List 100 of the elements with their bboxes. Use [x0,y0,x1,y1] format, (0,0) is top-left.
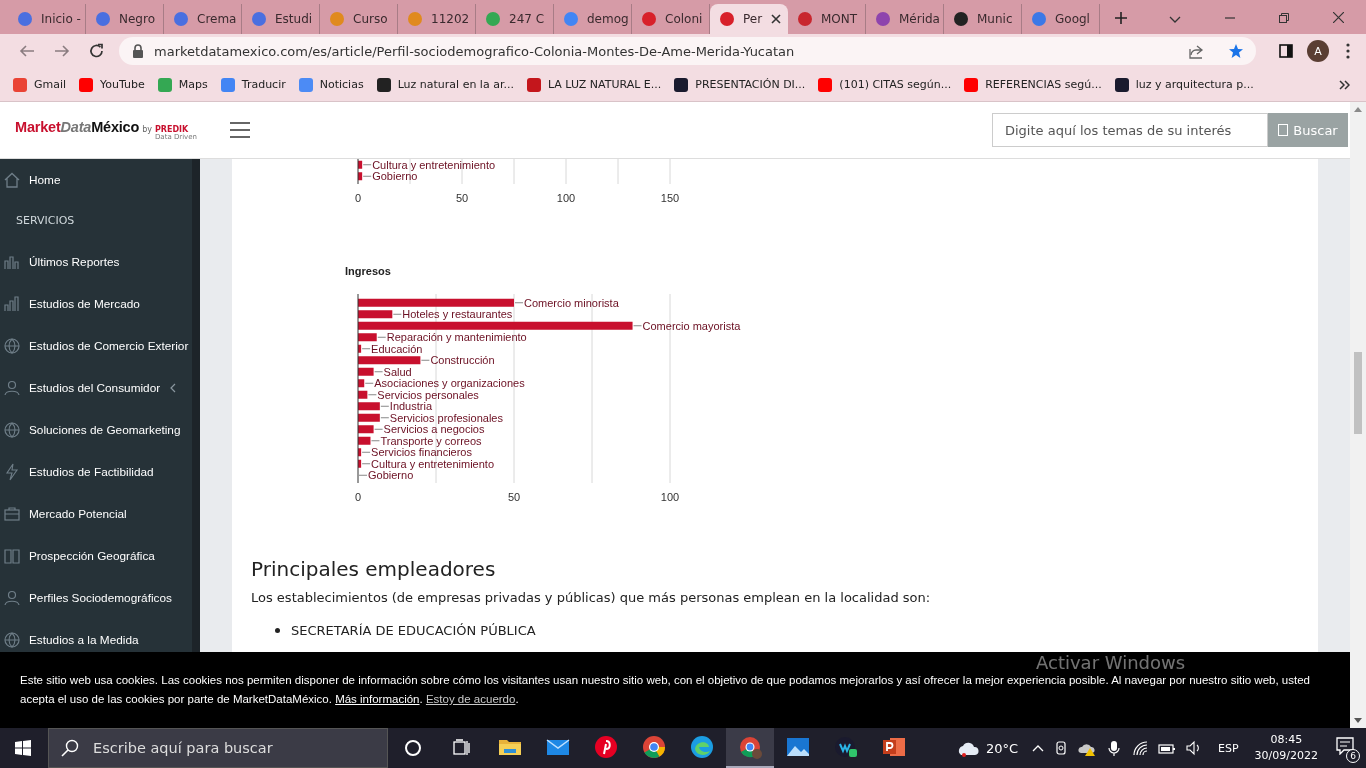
bookmark-star-icon[interactable] [1228,43,1244,59]
hamburger-menu-icon[interactable] [230,121,250,139]
new-tab-icon[interactable] [1114,11,1128,25]
microphone-icon[interactable] [1106,740,1122,756]
share-icon[interactable] [1188,43,1204,59]
bullet-icon [275,628,280,633]
bar-label: Comercio minorista [524,296,619,309]
leader-line [361,348,371,350]
bookmark[interactable]: Gmail [12,76,67,93]
more-info-link[interactable]: Más información [335,693,420,705]
restore-icon[interactable] [1279,13,1289,23]
speaker-icon[interactable] [1186,740,1202,756]
sidebar-item[interactable]: Últimos Reportes [0,250,192,274]
sidebar-item[interactable]: Estudios de Factibilidad [0,460,192,484]
clock-time[interactable]: 08:45 [1270,732,1303,748]
bar-label: Cultura y entretenimiento [371,457,495,470]
bar [358,344,362,353]
cookie-notice: Este sitio web usa cookies. Las cookies nos permiten disponer de información sobre cómo los visitantes usan nuestro sitio web, con el objetivo de que podamos mejorarlos y así ofrecer la mejor experiencia posible. Al navegar por nuestro sitio web, usted acepta el uso de las cookies por parte de MarketDataMéxico. Más información. Estoy de acuerdo. [20,673,1311,707]
bookmark[interactable]: LA LUZ NATURAL E... [525,76,662,93]
leader-line [367,394,377,396]
leader-line [371,440,380,442]
chevron-up-icon[interactable] [1032,744,1044,752]
axis-tick-label: 100 [660,491,680,503]
search-icon [61,739,79,757]
person-icon [3,379,21,397]
leader-line [362,175,372,177]
section-heading: SERVICIOS [15,213,76,229]
bookmark[interactable]: Noticias [297,76,364,93]
sidebar-item[interactable]: Estudios de Comercio Exterior [0,334,192,358]
bookmark[interactable]: PRESENTACIÓN DI... [673,76,806,93]
bar [358,402,380,411]
sidebar-item[interactable]: Perfiles Sociodemográficos [0,586,192,610]
scroll-down-icon[interactable] [1354,718,1362,723]
sidebar-item[interactable]: Mercado Potencial [0,502,192,526]
leader-line [377,336,387,338]
bar-label: Construcción [430,354,495,367]
photo-icon [786,735,810,759]
document-icon [1278,124,1289,136]
bar-label: Educación [371,342,423,355]
logo-byline: by [142,125,152,134]
scroll-up-icon[interactable] [1354,107,1362,112]
sidebar-item[interactable]: Soluciones de Geomarketing [0,418,192,442]
weather-temperature[interactable]: 20°C [985,740,1018,756]
caret-icon[interactable] [1169,16,1181,23]
bookmark[interactable]: luz y arquitectura p... [1113,76,1254,93]
axis-tick-label: 150 [660,192,680,204]
search-field[interactable]: Digite aquí los temas de su interés [992,113,1268,147]
bookmark[interactable]: Maps [156,76,208,93]
forward-icon[interactable] [54,43,70,59]
bar-label: Gobierno [368,469,414,482]
bar [358,448,362,457]
camera-icon[interactable] [1054,740,1068,756]
book-icon [3,547,21,565]
sidebar-item[interactable]: Estudios del Consumidor [0,376,192,400]
sidebar-item[interactable]: Estudios a la Medida [0,628,192,652]
wifi-icon[interactable] [1132,740,1148,756]
reload-icon[interactable] [89,43,105,59]
brand-name: PREDIK [154,126,190,134]
address-bar[interactable]: marketdatamexico.com/es/article/Perfil-sociodemografico-Colonia-Montes-De-Ame-Merida-Yucatan [119,37,1256,65]
avatar[interactable]: A [1307,40,1329,62]
globe-icon [3,337,21,355]
taskbar-search-field[interactable]: Escribe aquí para buscar [48,728,388,768]
activation-title: Activar Windows [1036,652,1186,673]
close-icon[interactable] [1333,12,1344,23]
bookmark[interactable]: Luz natural en la ar... [375,76,514,93]
task-view-icon[interactable] [453,739,471,757]
cortana-icon[interactable] [404,739,422,757]
bar [358,356,421,365]
bar-label: Gobierno [372,170,418,183]
home-icon [3,171,21,189]
bar [358,310,393,319]
side-panel-icon[interactable] [1279,44,1293,58]
windows-start-icon[interactable] [15,740,31,756]
scrollbar-thumb[interactable] [1354,352,1362,434]
leader-line [364,382,374,384]
bookmark[interactable]: YouTube [78,76,145,93]
more-chevron-icon[interactable] [1339,79,1350,90]
briefcase-icon [3,505,21,523]
sidebar-item[interactable]: Prospección Geográfica [0,544,192,568]
lock-icon [132,43,144,59]
site-logo[interactable]: MarketDataMéxico [15,119,140,135]
leader-line [374,428,384,430]
bookmark[interactable]: REFERENCIAS segú... [963,76,1102,93]
bar-label: Asociaciones y organizaciones [374,377,525,390]
globe-icon [3,631,21,649]
swirl-icon [690,735,714,759]
sidebar-item[interactable]: Estudios de Mercado [0,292,192,316]
menu-icon[interactable] [1346,43,1350,59]
clock-date[interactable]: 30/09/2022 [1254,748,1318,764]
sidebar-item[interactable]: Home [0,168,192,192]
bar-label: Servicios financieros [371,446,472,459]
language-indicator[interactable]: ESP [1218,741,1239,755]
taskbar-app-button[interactable] [726,728,774,768]
person-icon [3,589,21,607]
bar [358,413,380,422]
bookmark[interactable]: (101) CITAS según... [817,76,952,93]
bookmark[interactable]: Traducir [219,76,286,93]
back-icon[interactable] [19,43,35,59]
browser-tab[interactable]: Per [710,4,788,34]
close-icon[interactable] [770,13,783,25]
